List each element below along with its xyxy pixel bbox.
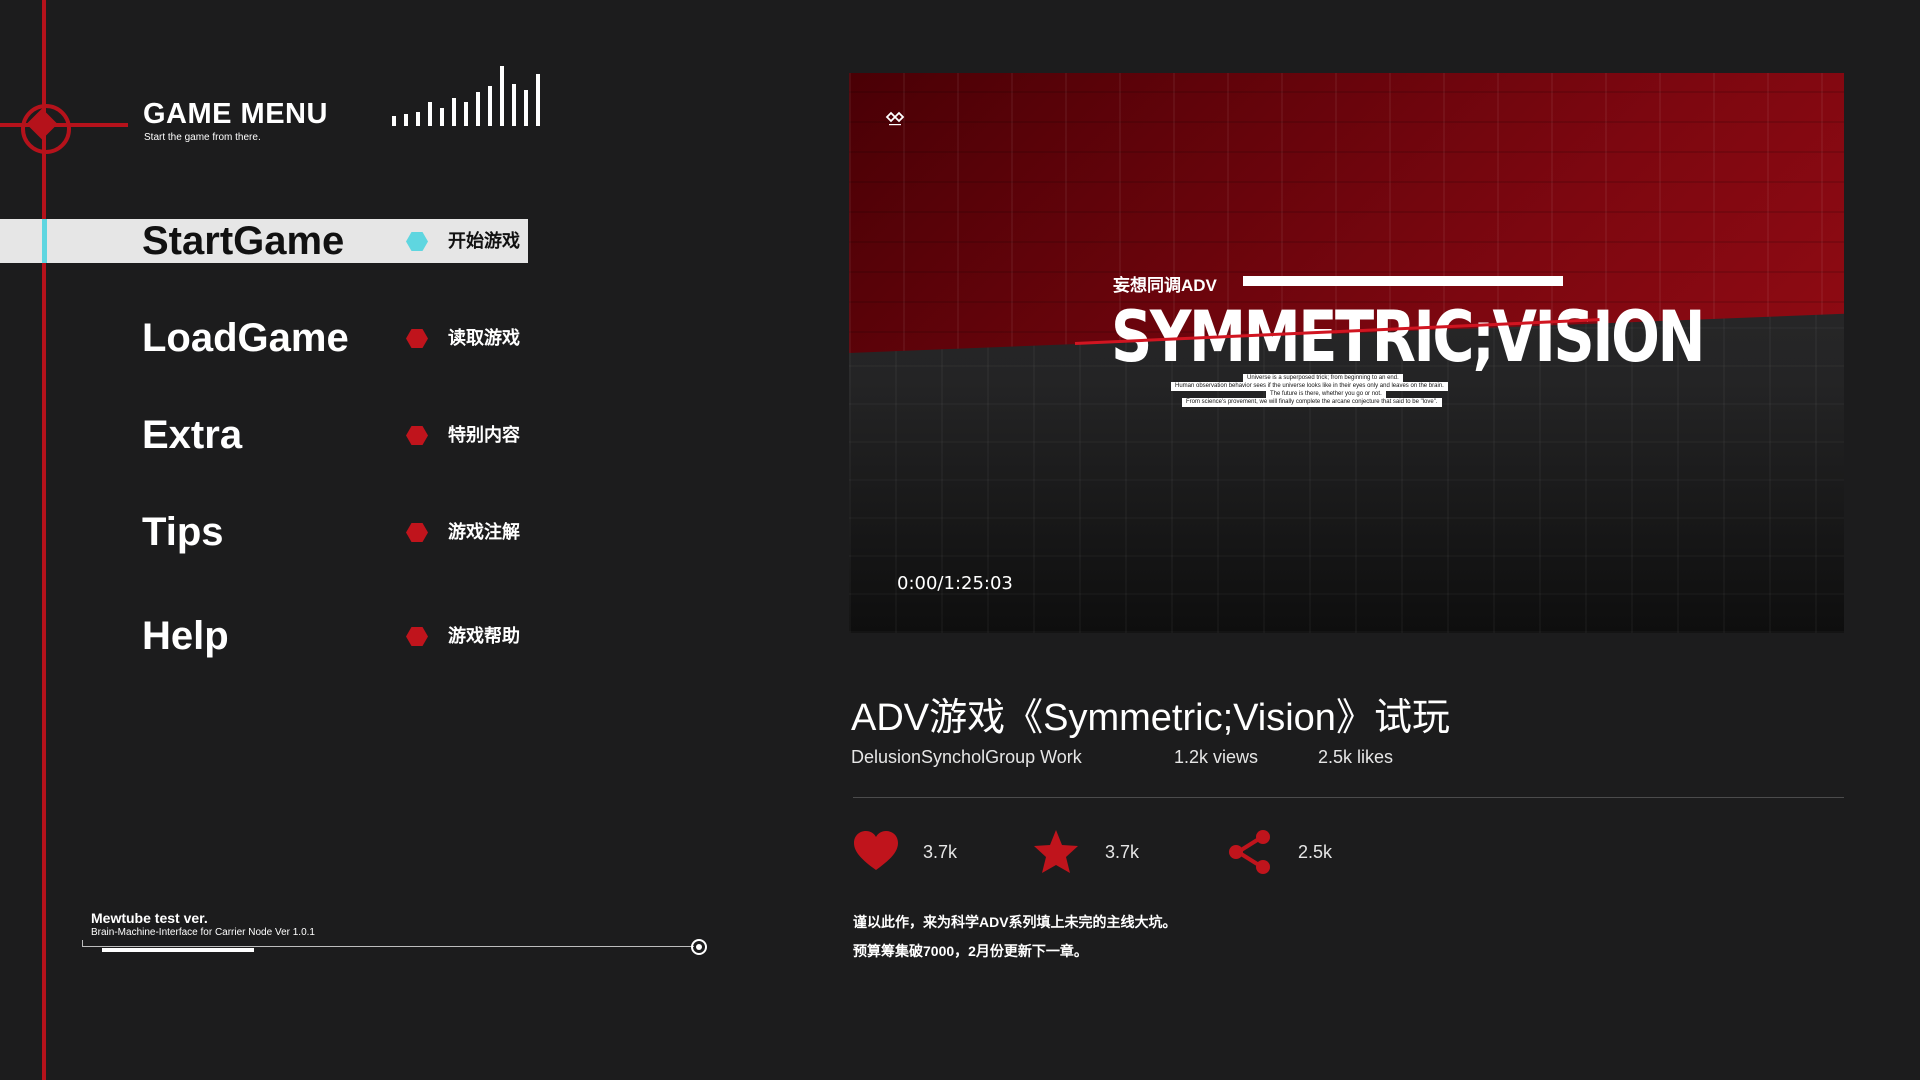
menu-item-cn-label: 读取游戏 [448,328,520,348]
share-count: 2.5k [1298,842,1333,862]
video-title: ADV游戏《Symmetric;Vision》试玩 [851,697,1450,739]
star-icon[interactable] [1032,828,1080,876]
heart-count: 3.7k [923,842,958,862]
divider [853,797,1844,798]
menu-item-cn-label: 游戏帮助 [448,626,520,646]
video-author[interactable]: DelusionSyncholGroup Work [851,747,1082,768]
menu-item-cn-label: 特别内容 [448,425,520,445]
menu-item-cn-label: 游戏注解 [448,522,520,542]
version-title: Mewtube test ver. [91,910,208,926]
track-end-knob-icon[interactable] [691,939,707,955]
menu-item-label: StartGame [142,219,345,263]
version-progress-fill [102,948,254,952]
description-line: 预算筹集破7000，2月份更新下一章。 [853,943,1088,959]
active-indicator [42,219,47,263]
menu-item-cn-label: 开始游戏 [448,231,520,251]
heart-icon[interactable] [852,828,900,876]
video-likes: 2.5k likes [1318,747,1394,767]
track-start-tick [82,940,83,947]
hexagon-icon [406,232,428,251]
menu-item-label: Tips [142,510,224,554]
star-count: 3.7k [1105,842,1140,862]
menu-item-load-game[interactable]: LoadGame 读取游戏 [0,316,528,360]
menu-item-label: LoadGame [142,316,349,360]
game-kicker: 妄想同调ADV [1113,276,1217,295]
menu-item-tips[interactable]: Tips 游戏注解 [0,510,528,554]
video-player[interactable]: 妄想同调ADV SYMMETRIC;VISION Universe is a s… [849,73,1844,633]
version-progress-track [82,946,694,947]
video-timecode: 0:00/1:25:03 [897,573,1013,594]
equalizer-icon [392,60,584,126]
hexagon-icon [406,627,428,646]
kicker-bar [1243,276,1563,286]
studio-logo-icon [885,111,905,126]
menu-item-label: Help [142,614,229,658]
description-line: 谨以此作，来为科学ADV系列填上未完的主线大坑。 [853,914,1177,930]
menu-subtitle: Start the game from there. [144,132,261,143]
hexagon-icon [406,523,428,542]
hexagon-icon [406,329,428,348]
version-subtitle: Brain-Machine-Interface for Carrier Node… [91,927,315,938]
share-icon[interactable] [1226,828,1274,876]
video-views: 1.2k views [1174,747,1259,767]
menu-title: GAME MENU [143,98,328,130]
menu-item-label: Extra [142,413,243,457]
menu-item-extra[interactable]: Extra 特别内容 [0,413,528,457]
hexagon-icon [406,426,428,445]
tagline-line: From science's provement, we will finall… [1182,398,1442,407]
menu-item-start-game[interactable]: StartGame 开始游戏 [0,219,528,263]
menu-item-help[interactable]: Help 游戏帮助 [0,614,528,658]
